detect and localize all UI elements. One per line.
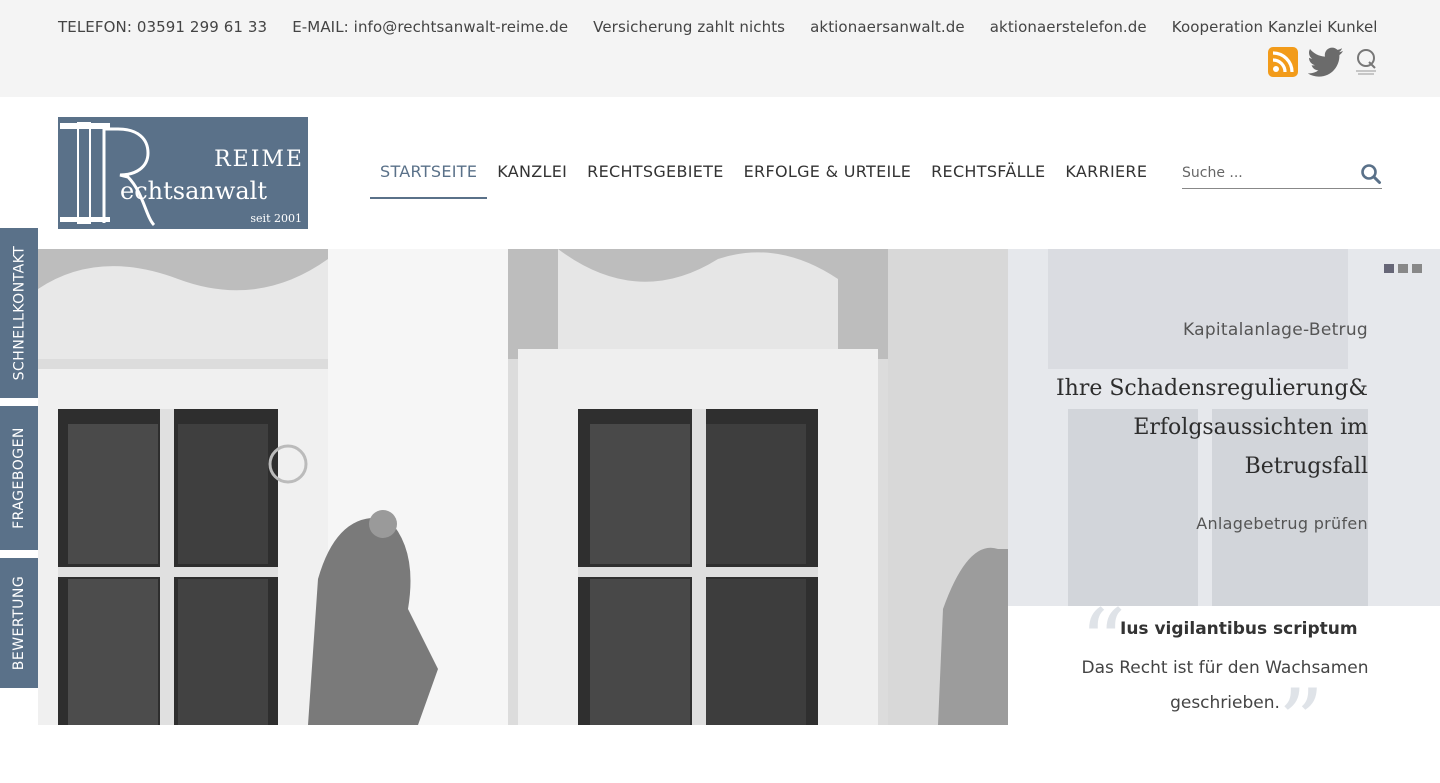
sidetab-bewertung-label: BEWERTUNG — [11, 575, 27, 671]
search-icon[interactable] — [1360, 163, 1382, 185]
facade-illustration — [38, 249, 1008, 725]
sidetab-fragebogen-label: FRAGEBOGEN — [11, 427, 28, 529]
hero-image — [38, 249, 1008, 725]
email-link[interactable]: E-MAIL: info@rechtsanwalt-reime.de — [292, 18, 568, 36]
twitter-icon[interactable] — [1307, 47, 1344, 77]
sidetab-bewertung[interactable]: BEWERTUNG — [0, 558, 38, 688]
slider-dot-2[interactable] — [1398, 264, 1408, 273]
quote-text: Das Recht ist für den Wachsamen geschrie… — [1081, 658, 1369, 713]
sidetab-schnellkontakt-label: SCHNELLKONTAKT — [11, 245, 28, 381]
social-icons — [1268, 47, 1378, 77]
slide-kicker: Kapitalanlage-Betrug — [1182, 320, 1368, 340]
nav-rechtsfaelle[interactable]: RECHTSFÄLLE — [921, 161, 1055, 199]
logo[interactable]: REIME echtsanwalt seit 2001 — [58, 117, 308, 229]
nav-startseite[interactable]: STARTSEITE — [370, 161, 488, 199]
aktionaerstelefon-link[interactable]: aktionaerstelefon.de — [990, 18, 1147, 36]
search-input[interactable] — [1182, 159, 1342, 187]
aktionaersanwalt-link[interactable]: aktionaersanwalt.de — [810, 18, 965, 36]
slide-cta-link[interactable]: Anlagebetrug prüfen — [1196, 514, 1368, 533]
kooperation-link[interactable]: Kooperation Kanzlei Kunkel — [1172, 18, 1378, 36]
search-box — [1182, 159, 1382, 189]
logo-monogram — [60, 122, 156, 227]
nav-kanzlei[interactable]: KANZLEI — [487, 161, 577, 199]
q-badge-icon[interactable] — [1354, 47, 1378, 77]
sidetab-fragebogen[interactable]: FRAGEBOGEN — [0, 406, 38, 550]
slider-dots — [1384, 264, 1422, 273]
site-header: REIME echtsanwalt seit 2001 STARTSEITE K… — [0, 97, 1440, 249]
slider-dot-3[interactable] — [1412, 264, 1422, 273]
slide-headline: Ihre Schadensregulierung& Erfolgsaussich… — [1055, 376, 1368, 479]
top-bar: TELEFON: 03591 299 61 33 E-MAIL: info@re… — [0, 0, 1440, 97]
main-nav: STARTSEITE KANZLEI RECHTSGEBIETE ERFOLGE… — [370, 161, 1157, 199]
top-links: TELEFON: 03591 299 61 33 E-MAIL: info@re… — [58, 18, 1403, 36]
slider-dot-1[interactable] — [1384, 264, 1394, 273]
nav-karriere[interactable]: KARRIERE — [1055, 161, 1157, 199]
nav-rechtsgebiete[interactable]: RECHTSGEBIETE — [577, 161, 733, 199]
logo-rechtsanwalt: echtsanwalt — [120, 177, 267, 205]
logo-reime: REIME — [214, 147, 304, 172]
sidetab-schnellkontakt[interactable]: SCHNELLKONTAKT — [0, 228, 38, 398]
phone-link[interactable]: TELEFON: 03591 299 61 33 — [58, 18, 267, 36]
logo-since: seit 2001 — [250, 212, 302, 225]
nav-erfolge-urteile[interactable]: ERFOLGE & URTEILE — [734, 161, 921, 199]
rss-icon[interactable] — [1268, 47, 1298, 77]
insurance-link[interactable]: Versicherung zahlt nichts — [593, 18, 785, 36]
quote-title: Ius vigilantibus scriptum — [1120, 619, 1358, 639]
quote-box: “ ” Ius vigilantibus scriptum Das Recht … — [1008, 598, 1440, 768]
slider-panel: Kapitalanlage-Betrug Ihre Schadensreguli… — [1008, 249, 1440, 606]
